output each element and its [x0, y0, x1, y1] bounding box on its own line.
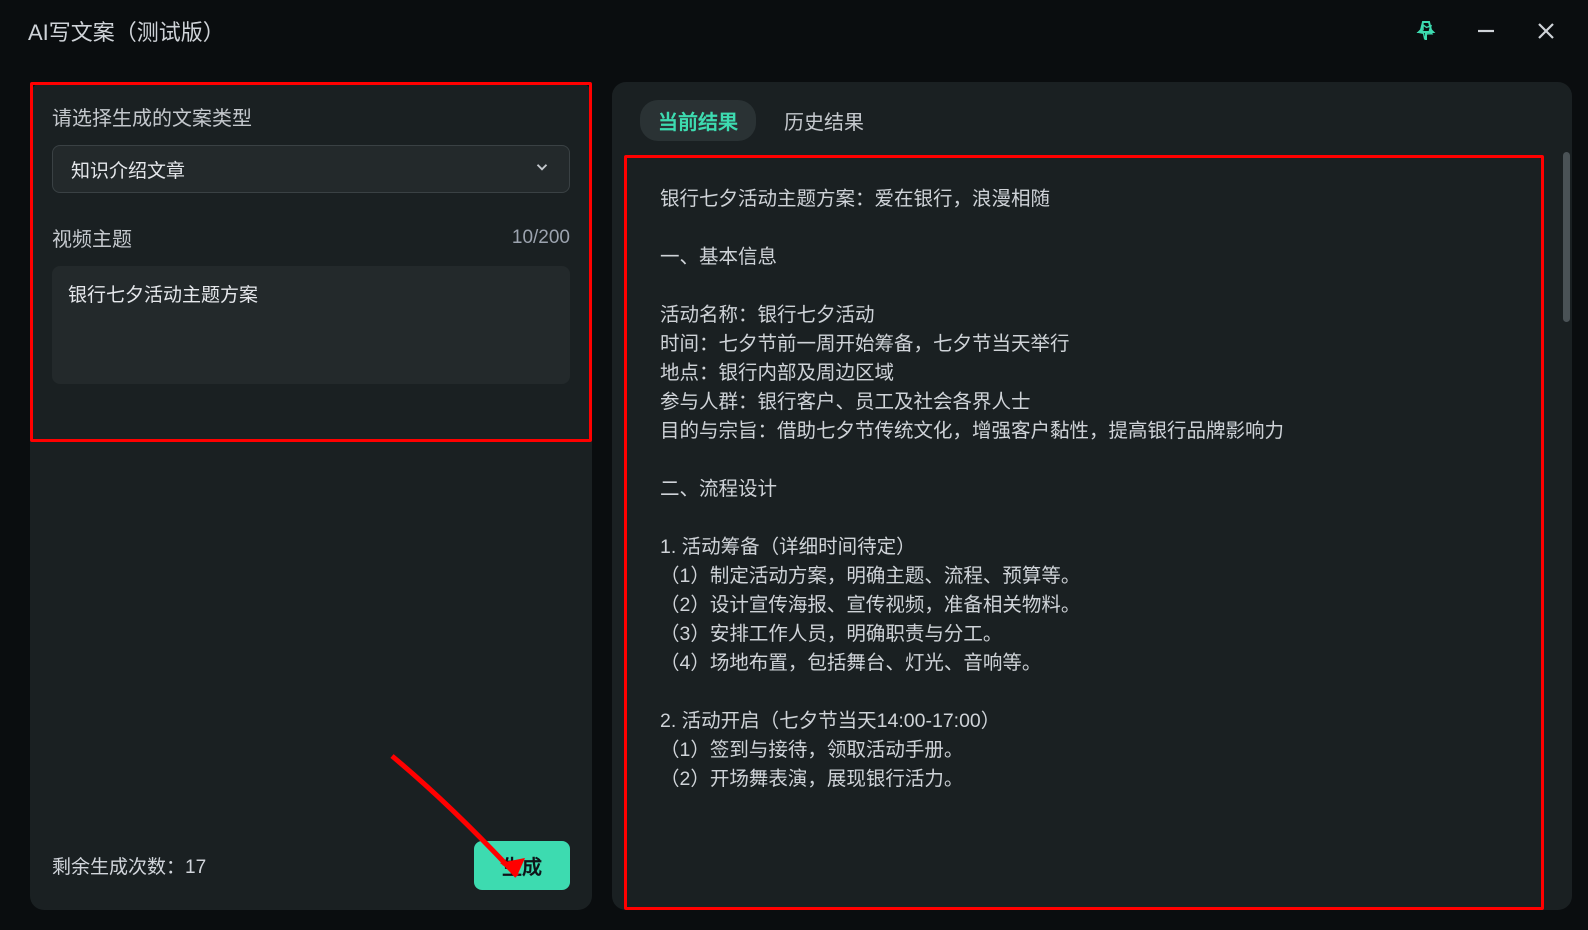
titlebar: AI写文案（测试版）	[0, 0, 1588, 58]
topic-label: 视频主题	[52, 223, 132, 252]
topic-label-row: 视频主题 10/200	[52, 223, 570, 252]
topic-textarea[interactable]	[52, 266, 570, 384]
app-title: AI写文案（测试版）	[28, 15, 225, 47]
pin-icon	[1414, 19, 1438, 43]
content: 请选择生成的文案类型 知识介绍文章 视频主题 10/200 剩余生成次数：17 …	[0, 58, 1588, 930]
result-wrap: 银行七夕活动主题方案：爱在银行，浪漫相随 一、基本信息 活动名称：银行七夕活动 …	[624, 157, 1560, 910]
tab-current-result[interactable]: 当前结果	[640, 100, 756, 141]
remaining-count: 剩余生成次数：17	[52, 852, 206, 879]
generate-button[interactable]: 生成	[474, 841, 570, 890]
close-icon	[1534, 19, 1558, 43]
type-dropdown[interactable]: 知识介绍文章	[52, 145, 570, 193]
type-selected: 知识介绍文章	[71, 156, 185, 183]
minimize-icon	[1474, 19, 1498, 43]
result-text[interactable]: 银行七夕活动主题方案：爱在银行，浪漫相随 一、基本信息 活动名称：银行七夕活动 …	[624, 157, 1560, 910]
pin-button[interactable]	[1412, 17, 1440, 45]
window-controls	[1412, 17, 1560, 45]
left-panel: 请选择生成的文案类型 知识介绍文章 视频主题 10/200 剩余生成次数：17 …	[30, 82, 592, 910]
left-footer: 剩余生成次数：17 生成	[52, 841, 570, 890]
chevron-down-icon	[533, 158, 551, 181]
minimize-button[interactable]	[1472, 17, 1500, 45]
type-label: 请选择生成的文案类型	[52, 102, 570, 131]
highlight-box-left	[30, 82, 592, 442]
right-panel: 当前结果 历史结果 银行七夕活动主题方案：爱在银行，浪漫相随 一、基本信息 活动…	[612, 82, 1572, 910]
close-button[interactable]	[1532, 17, 1560, 45]
result-tabs: 当前结果 历史结果	[612, 100, 1572, 157]
scrollbar-thumb[interactable]	[1563, 152, 1570, 322]
topic-counter: 10/200	[512, 227, 570, 249]
tab-history-result[interactable]: 历史结果	[766, 100, 882, 141]
